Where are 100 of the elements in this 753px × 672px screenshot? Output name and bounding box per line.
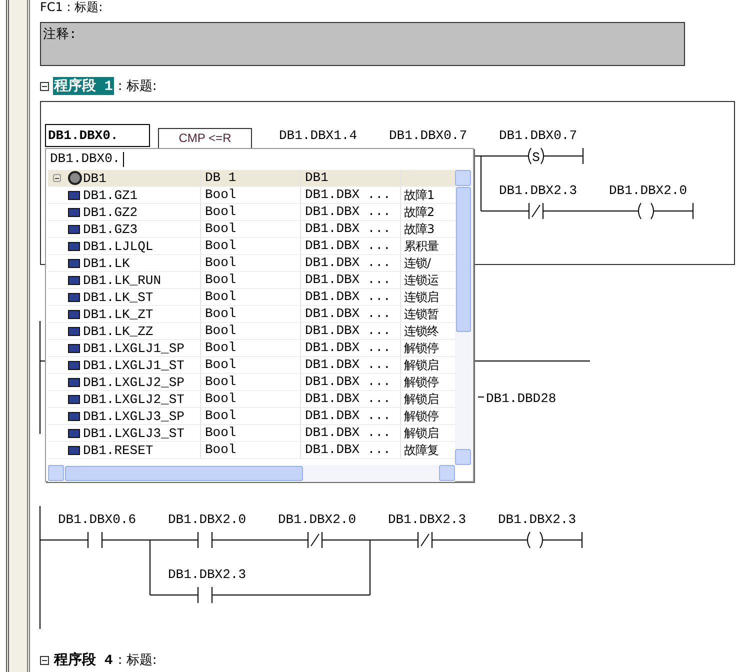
block-title: FC1 : 标题: (40, 0, 104, 14)
network-label: : 标题: (118, 652, 157, 669)
symbol-address: DB1 (301, 170, 401, 186)
symbol-name: DB1.LJLQL (48, 238, 201, 254)
symbol-comment: 故障1 (403, 187, 436, 203)
symbol-row[interactable]: DB1 DB 1 DB1 (48, 170, 455, 187)
symbol-comment: 解锁停 (403, 408, 440, 424)
variable-icon (68, 344, 80, 352)
variable-icon (68, 360, 80, 370)
nc-contact-symbol[interactable] (528, 202, 544, 220)
symbol-row[interactable]: DB1.LXGLJ3_ST Bool DB1.DBX ... 解锁启 (48, 425, 455, 442)
variable-icon (68, 412, 80, 420)
symbol-type: Bool (201, 255, 301, 271)
symbol-address: DB1.DBX ... (301, 272, 401, 288)
symbol-row[interactable]: DB1.GZ2 Bool DB1.DBX ... 故障2 (48, 204, 455, 221)
variable-icon (68, 276, 80, 284)
symbol-row[interactable]: DB1.LXGLJ3_SP Bool DB1.DBX ... 解锁停 (48, 408, 455, 425)
horizontal-scrollbar[interactable] (48, 465, 455, 482)
symbol-input[interactable]: DB1.DBX0. (46, 149, 473, 169)
symbol-name: DB1.LXGLJ1_SP (48, 340, 201, 356)
no-contact-symbol[interactable] (198, 532, 212, 548)
symbol-comment: 解锁启 (403, 425, 440, 441)
nc-contact-symbol[interactable] (308, 532, 322, 548)
symbol-row[interactable]: DB1.LXGLJ2_ST Bool DB1.DBX ... 解锁启 (48, 391, 455, 408)
comment-label: 注释: (43, 27, 77, 42)
scroll-thumb[interactable] (456, 187, 471, 332)
collapse-icon[interactable] (40, 82, 49, 90)
symbol-row[interactable]: DB1.RESET Bool DB1.DBX ... 故障复 (48, 442, 455, 459)
symbol-type: Bool (201, 391, 301, 407)
collapse-icon[interactable] (40, 656, 49, 664)
operand-label: DB1.DBX0.6 (58, 512, 136, 527)
symbol-type: Bool (201, 442, 301, 458)
network-title: 程序段 4 (53, 651, 114, 669)
symbol-name: DB1.LXGLJ3_SP (48, 408, 201, 424)
operand-label: DB1.DBX2.0 (609, 183, 688, 198)
variable-icon (68, 190, 80, 200)
symbol-row[interactable]: DB1.LXGLJ2_SP Bool DB1.DBX ... 解锁停 (48, 374, 455, 391)
operand-label: DB1.DBD28 (486, 391, 556, 406)
symbol-row[interactable]: DB1.LK_ZZ Bool DB1.DBX ... 连锁终 (48, 323, 455, 340)
no-contact-symbol[interactable] (198, 586, 212, 604)
collapse-icon[interactable] (53, 174, 61, 182)
symbol-row[interactable]: DB1.LK Bool DB1.DBX ... 连锁/ (48, 255, 455, 272)
symbol-row[interactable]: DB1.LJLQL Bool DB1.DBX ... 累积量 (48, 238, 455, 255)
symbol-comment: 解锁停 (403, 374, 440, 390)
symbol-address: DB1.DBX ... (301, 408, 401, 424)
symbol-row[interactable]: DB1.GZ3 Bool DB1.DBX ... 故障3 (48, 221, 455, 238)
scroll-thumb[interactable] (65, 466, 303, 481)
symbol-name: DB1.LXGLJ1_ST (48, 357, 201, 373)
symbol-address: DB1.DBX ... (301, 442, 401, 458)
symbol-type: Bool (201, 323, 301, 339)
variable-icon (68, 310, 80, 318)
variable-icon (68, 242, 80, 250)
vertical-scrollbar[interactable] (455, 170, 472, 465)
symbol-comment: 解锁启 (403, 391, 440, 407)
symbol-type: Bool (201, 306, 301, 322)
coil-symbol[interactable] (527, 532, 543, 548)
symbol-name: DB1.LK_ST (48, 289, 201, 305)
symbol-type: Bool (201, 238, 301, 254)
symbol-address: DB1.DBX ... (301, 187, 401, 203)
symbol-comment: 累积量 (403, 238, 440, 254)
symbol-type: Bool (201, 221, 301, 237)
symbol-type: Bool (201, 204, 301, 220)
nc-contact-symbol[interactable] (418, 532, 432, 548)
symbol-type: Bool (201, 340, 301, 356)
symbol-address: DB1.DBX ... (301, 255, 401, 271)
symbol-address: DB1.DBX ... (301, 289, 401, 305)
variable-icon (68, 208, 80, 216)
symbol-type: Bool (201, 357, 301, 373)
symbol-comment: 连锁/ (403, 255, 432, 271)
variable-icon (68, 378, 80, 386)
symbol-row[interactable]: DB1.LXGLJ1_SP Bool DB1.DBX ... 解锁停 (48, 340, 455, 357)
symbol-row[interactable]: DB1.LK_RUN Bool DB1.DBX ... 连锁运 (48, 272, 455, 289)
symbol-row[interactable]: DB1.LXGLJ1_ST Bool DB1.DBX ... 解锁启 (48, 357, 455, 374)
symbol-row[interactable]: DB1.LK_ZT Bool DB1.DBX ... 连锁暂 (48, 306, 455, 323)
symbol-type: Bool (201, 272, 301, 288)
symbol-comment: 解锁启 (403, 357, 440, 373)
symbol-type: DB 1 (201, 170, 301, 186)
symbol-name: DB1.LXGLJ2_ST (48, 391, 201, 407)
operand-label: DB1.DBX2.3 (498, 512, 576, 527)
symbol-comment: 连锁终 (403, 323, 440, 339)
symbol-row[interactable]: DB1.GZ1 Bool DB1.DBX ... 故障1 (48, 187, 455, 204)
symbol-name: DB1.RESET (48, 442, 201, 458)
symbol-name: DB1.LXGLJ3_ST (48, 425, 201, 441)
variable-icon (68, 446, 80, 454)
symbol-comment: 连锁启 (403, 289, 440, 305)
symbol-name: DB1.LK_RUN (48, 272, 201, 288)
operand-label: DB1.DBX0.7 (499, 128, 578, 143)
data-block-icon (68, 171, 82, 185)
operand-label: DB1.DBX2.3 (499, 183, 578, 198)
operand-field[interactable]: DB1.DBX0. (45, 124, 150, 147)
no-contact-symbol[interactable] (88, 532, 102, 548)
symbol-row[interactable]: DB1.LK_ST Bool DB1.DBX ... 连锁启 (48, 289, 455, 306)
symbol-comment: 解锁停 (403, 340, 440, 356)
symbol-name: DB1.LK (48, 255, 201, 271)
symbol-address: DB1.DBX ... (301, 374, 401, 390)
symbol-comment: 连锁暂 (403, 306, 440, 322)
symbol-type: Bool (201, 374, 301, 390)
coil-symbol[interactable] (638, 202, 654, 220)
comment-field[interactable]: 注释: (40, 22, 685, 66)
symbol-name: DB1 (48, 170, 201, 186)
